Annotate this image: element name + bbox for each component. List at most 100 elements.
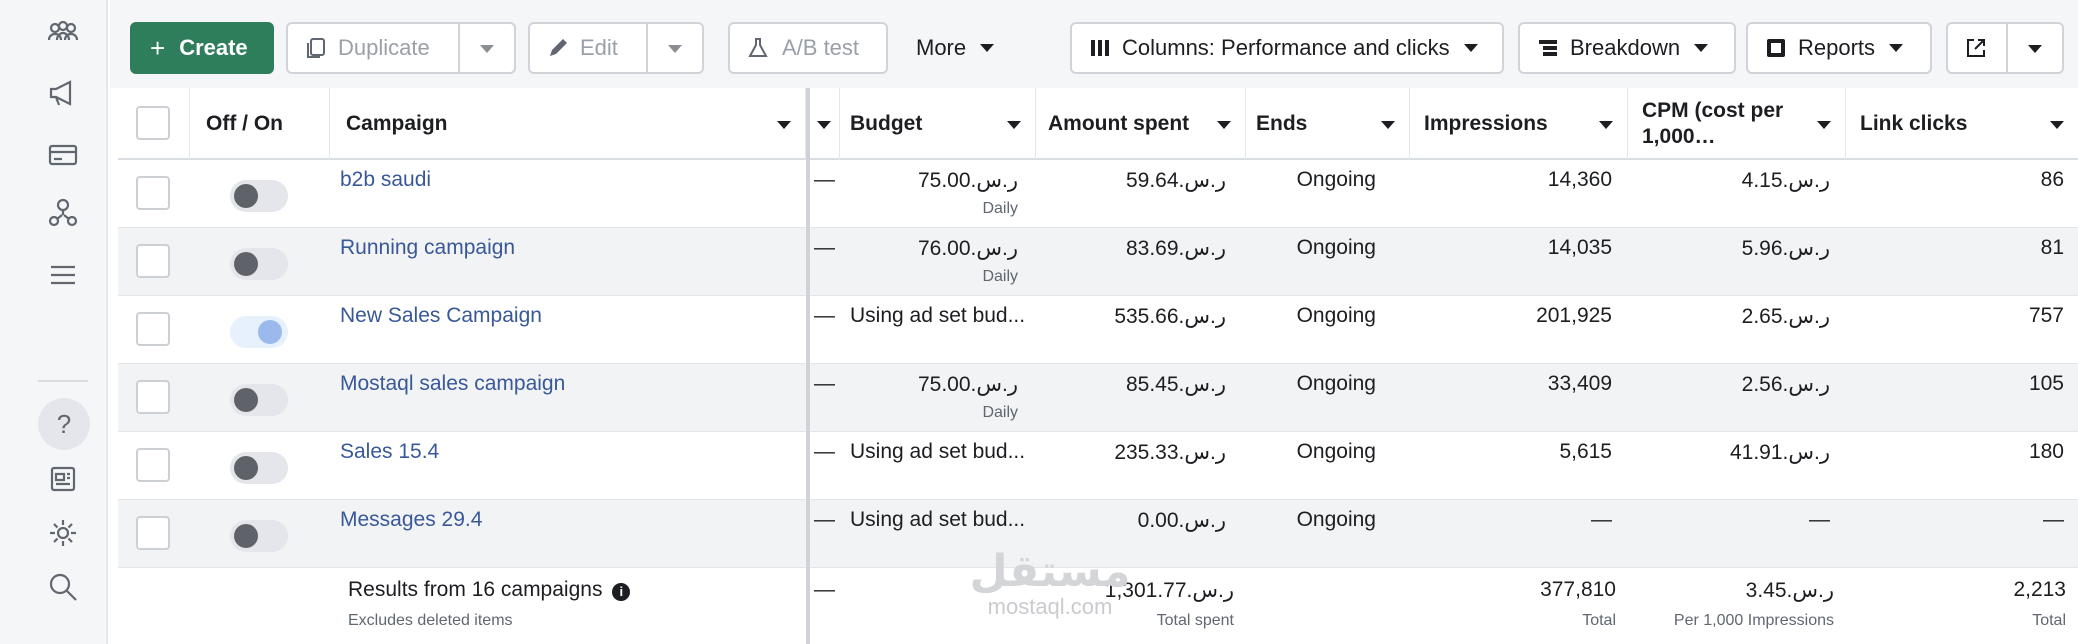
frozen-column-divider[interactable] <box>806 88 810 644</box>
amount-spent-value: ر.س.59.64 <box>1125 169 1226 192</box>
chevron-down-icon <box>1463 44 1478 52</box>
toggle-knob <box>258 320 282 344</box>
campaign-toggle[interactable] <box>230 248 288 280</box>
campaign-toggle[interactable] <box>230 180 288 212</box>
toggle-knob <box>234 388 258 412</box>
megaphone-icon[interactable] <box>40 70 86 116</box>
link-clicks-value: 757 <box>2028 304 2064 327</box>
plus-icon: + <box>150 32 166 63</box>
budget-value: Using ad set bud... <box>850 508 1026 531</box>
row-checkbox[interactable] <box>136 244 170 278</box>
table-row[interactable]: Sales 15.4— Using ad set bud... ر.س.235.33… <box>118 432 2078 500</box>
audience-icon[interactable] <box>40 190 86 236</box>
ends-value: Ongoing <box>1296 168 1376 191</box>
header-cpm[interactable]: CPM (cost per 1,000… <box>1628 88 1846 160</box>
duplicate-dropdown-icon[interactable] <box>480 45 494 53</box>
ab-test-button[interactable]: A/B test <box>728 22 888 74</box>
amount-spent-value: ر.س.235.33 <box>1114 441 1226 464</box>
campaign-name-link[interactable]: Mostaql sales campaign <box>340 372 565 396</box>
duplicate-icon <box>307 38 325 58</box>
menu-icon[interactable] <box>40 252 86 298</box>
header-delivery[interactable] <box>810 88 840 160</box>
export-icon <box>1967 39 1985 57</box>
duplicate-button[interactable]: Duplicate <box>286 22 516 74</box>
table-row[interactable]: b2b saudi — ر.س.75.00 Daily ر.س.59.64 Ongoing… <box>118 160 2078 228</box>
left-nav: ? <box>0 0 108 644</box>
ends-value: Ongoing <box>1296 236 1376 259</box>
header-off-on[interactable]: Off / On <box>190 88 330 160</box>
row-checkbox[interactable] <box>136 516 170 550</box>
export-button[interactable] <box>1946 22 2064 74</box>
people-icon[interactable] <box>40 10 86 56</box>
sort-icon <box>2050 121 2064 129</box>
budget-value: Using ad set bud... <box>850 440 1026 463</box>
campaign-name-link[interactable]: New Sales Campaign <box>340 304 542 328</box>
news-icon[interactable] <box>40 456 86 502</box>
budget-type: Daily <box>982 404 1018 421</box>
campaign-toggle[interactable] <box>230 384 288 416</box>
link-clicks-value: — <box>2043 508 2064 531</box>
row-checkbox[interactable] <box>136 380 170 414</box>
total-impressions-value: 377,810 <box>1540 578 1616 601</box>
campaign-toggle[interactable] <box>230 520 288 552</box>
campaign-name-link[interactable]: Sales 15.4 <box>340 440 439 464</box>
more-button[interactable]: More <box>906 22 1016 74</box>
select-all-checkbox[interactable] <box>136 106 170 140</box>
campaign-name-link[interactable]: b2b saudi <box>340 168 431 192</box>
reports-icon <box>1767 39 1785 57</box>
row-checkbox[interactable] <box>136 312 170 346</box>
create-button[interactable]: + Create <box>130 22 274 74</box>
export-dropdown-icon[interactable] <box>2028 45 2042 53</box>
search-icon[interactable] <box>40 564 86 610</box>
table-row[interactable]: Running campaign — ر.س.76.00 Daily ر.س.83.69… <box>118 228 2078 296</box>
campaign-toggle[interactable] <box>230 316 288 348</box>
toggle-knob <box>234 524 258 548</box>
header-budget[interactable]: Budget <box>840 88 1036 160</box>
toggle-knob <box>234 252 258 276</box>
chevron-down-icon <box>1889 44 1904 52</box>
budget-value: ر.س.75.00 <box>917 169 1018 192</box>
table-header: Off / On Campaign Budget Amount spent En… <box>118 88 2078 160</box>
budget-type: Daily <box>982 268 1018 285</box>
reports-button[interactable]: Reports <box>1746 22 1932 74</box>
header-amount-spent[interactable]: Amount spent <box>1036 88 1246 160</box>
sort-icon <box>1599 121 1613 129</box>
help-icon[interactable]: ? <box>38 398 90 450</box>
breakdown-icon <box>1539 40 1557 56</box>
impressions-value: 33,409 <box>1547 372 1612 395</box>
watermark: مستقل mostaql.com <box>969 547 1131 620</box>
link-clicks-value: 180 <box>2028 440 2064 463</box>
info-icon[interactable]: i <box>612 583 631 601</box>
header-link-clicks[interactable]: Link clicks <box>1846 88 2078 160</box>
chevron-down-icon <box>980 44 995 52</box>
gear-icon[interactable] <box>40 510 86 556</box>
table-row[interactable]: Mostaql sales campaign — ر.س.75.00 Daily ر.س… <box>118 364 2078 432</box>
table-row[interactable]: New Sales Campaign — Using ad set bud... ر.… <box>118 296 2078 364</box>
results-summary: Results from 16 campaigns i <box>348 578 631 602</box>
cpm-value: ر.س.41.91 <box>1729 441 1830 464</box>
chevron-down-icon <box>1694 44 1709 52</box>
sort-icon <box>1381 121 1395 129</box>
impressions-value: — <box>1591 508 1612 531</box>
header-campaign[interactable]: Campaign <box>330 88 806 160</box>
cpm-value: ر.س.2.56 <box>1741 373 1830 396</box>
row-checkbox[interactable] <box>136 448 170 482</box>
campaign-name-link[interactable]: Messages 29.4 <box>340 508 482 532</box>
campaign-name-link[interactable]: Running campaign <box>340 236 515 260</box>
campaign-toggle[interactable] <box>230 452 288 484</box>
edit-dropdown-icon[interactable] <box>668 45 682 53</box>
impressions-value: 201,925 <box>1536 304 1612 327</box>
header-ends[interactable]: Ends <box>1246 88 1410 160</box>
edit-button[interactable]: Edit <box>528 22 704 74</box>
toggle-knob <box>234 184 258 208</box>
header-impressions[interactable]: Impressions <box>1410 88 1628 160</box>
budget-value: Using ad set bud... <box>850 304 1026 327</box>
card-icon[interactable] <box>40 132 86 178</box>
sort-icon <box>1007 121 1021 129</box>
row-checkbox[interactable] <box>136 176 170 210</box>
breakdown-button[interactable]: Breakdown <box>1518 22 1736 74</box>
sort-icon <box>1817 121 1831 129</box>
columns-button[interactable]: Columns: Performance and clicks <box>1070 22 1504 74</box>
total-cpm-value: ر.س.3.45 <box>1745 579 1834 602</box>
sort-icon <box>1217 121 1231 129</box>
